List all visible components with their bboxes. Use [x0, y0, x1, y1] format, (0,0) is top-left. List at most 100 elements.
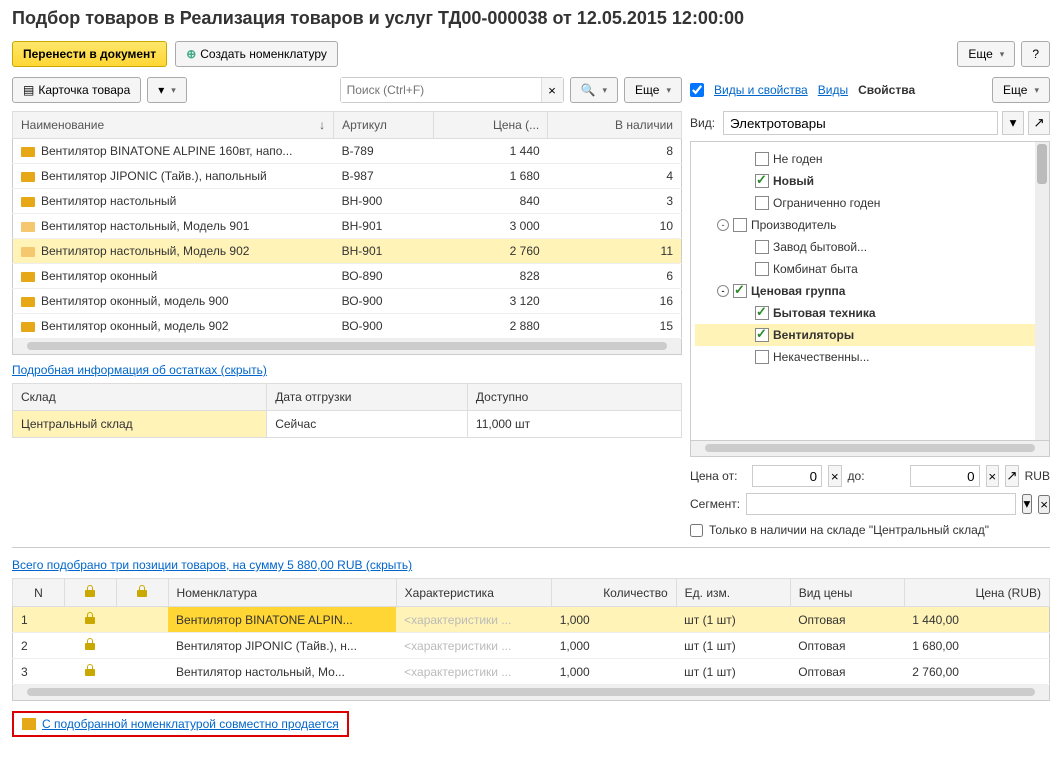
vid-input[interactable]	[723, 111, 998, 135]
products-table: Наименование ↓ Артикул Цена (... В налич…	[12, 111, 682, 339]
tree-checkbox[interactable]	[755, 350, 769, 364]
col-lock2[interactable]	[116, 579, 168, 607]
segment-input[interactable]	[746, 493, 1015, 515]
only-stock-checkbox[interactable]	[690, 524, 703, 537]
col-stock[interactable]: В наличии	[548, 112, 682, 139]
segment-clear-button[interactable]: ×	[1038, 495, 1050, 514]
col-price[interactable]: Цена (...	[434, 112, 548, 139]
search-clear-button[interactable]: ×	[541, 78, 563, 102]
currency-label: RUB	[1025, 469, 1050, 483]
create-nomenclature-button[interactable]: ⊕ Создать номенклатуру	[175, 41, 338, 67]
products-scrollbar[interactable]	[12, 339, 682, 355]
tree-scrollbar[interactable]	[1035, 142, 1049, 440]
expand-icon[interactable]: -	[717, 285, 729, 297]
col-nom[interactable]: Номенклатура	[168, 579, 396, 607]
price-from-input[interactable]	[752, 465, 822, 487]
price-to-input[interactable]	[910, 465, 980, 487]
types-link[interactable]: Виды	[818, 83, 848, 97]
expand-icon[interactable]: -	[717, 219, 729, 231]
tree-item[interactable]: -Производитель	[695, 214, 1045, 236]
product-row[interactable]: Вентилятор JIPONIC (Тайв.), напольныйВ-9…	[13, 164, 682, 189]
types-props-link[interactable]: Виды и свойства	[714, 83, 808, 97]
tree-checkbox[interactable]	[755, 152, 769, 166]
tree-checkbox[interactable]	[733, 218, 747, 232]
filter-mode-row: Виды и свойства Виды Свойства Еще	[690, 77, 1050, 103]
price-from-label: Цена от:	[690, 469, 746, 483]
product-card-button[interactable]: ▤ Карточка товара	[12, 77, 141, 103]
transfer-button[interactable]: Перенести в документ	[12, 41, 167, 67]
page-title: Подбор товаров в Реализация товаров и ус…	[12, 8, 1050, 29]
col-price[interactable]: Цена (RUB)	[904, 579, 1049, 607]
segment-dropdown-button[interactable]: ▾	[1022, 494, 1033, 514]
col-article[interactable]: Артикул	[334, 112, 434, 139]
tree-item[interactable]: Бытовая техника	[695, 302, 1045, 324]
price-to-clear[interactable]: ×	[986, 465, 1000, 487]
tree-checkbox[interactable]	[755, 262, 769, 276]
stock-date: Сейчас	[267, 411, 468, 438]
product-row[interactable]: Вентилятор оконныйВО-8908286	[13, 264, 682, 289]
tree-label: Ценовая группа	[751, 284, 845, 298]
tree-item[interactable]: - Ценовая группа	[695, 280, 1045, 302]
product-row[interactable]: Вентилятор BINATONE ALPINE 160вт, напо..…	[13, 139, 682, 164]
lock-icon	[85, 585, 95, 597]
col-qty[interactable]: Количество	[552, 579, 676, 607]
products-more-button[interactable]: Еще	[624, 77, 682, 103]
col-unit[interactable]: Ед. изм.	[676, 579, 790, 607]
col-char[interactable]: Характеристика	[396, 579, 552, 607]
tree-item[interactable]: Комбинат быта	[695, 258, 1045, 280]
search-button[interactable]: 🔍	[570, 77, 618, 103]
tree-checkbox[interactable]	[755, 174, 769, 188]
vid-label: Вид:	[690, 116, 715, 130]
tree-checkbox[interactable]	[755, 306, 769, 320]
vid-dropdown-button[interactable]: ▾	[1002, 111, 1024, 135]
tree-item[interactable]: Некачественны...	[695, 346, 1045, 368]
help-button[interactable]: ?	[1021, 41, 1050, 67]
properties-tree: Не годенНовыйОграниченно годен-Производи…	[690, 141, 1050, 441]
product-row[interactable]: Вентилятор оконный, модель 902ВО-9002 88…	[13, 314, 682, 339]
filter-button[interactable]: ▾	[147, 77, 187, 103]
price-filter-row: Цена от: × до: × ↗ RUB	[690, 465, 1050, 487]
cart-row[interactable]: 3Вентилятор настольный, Мо...<характерис…	[13, 659, 1050, 685]
filters-more-button[interactable]: Еще	[992, 77, 1050, 103]
tree-checkbox[interactable]	[755, 240, 769, 254]
col-ptype[interactable]: Вид цены	[790, 579, 904, 607]
props-tab[interactable]: Свойства	[858, 83, 915, 97]
lock-icon	[85, 638, 95, 650]
tree-scrollbar-x[interactable]	[690, 441, 1050, 457]
sort-icon: ↓	[319, 118, 325, 132]
stock-details-link[interactable]: Подробная информация об остатках (скрыть…	[12, 363, 267, 377]
tree-item[interactable]: Ограниченно годен	[695, 192, 1045, 214]
cross-sell-link[interactable]: С подобранной номенклатурой совместно пр…	[42, 717, 339, 731]
cart-summary-link[interactable]: Всего подобрано три позиции товаров, на …	[12, 558, 412, 572]
product-row[interactable]: Вентилятор оконный, модель 900ВО-9003 12…	[13, 289, 682, 314]
price-from-clear[interactable]: ×	[828, 465, 842, 487]
product-row[interactable]: Вентилятор настольныйВН-9008403	[13, 189, 682, 214]
cart-table: N Номенклатура Характеристика Количество…	[12, 578, 1050, 685]
tree-item[interactable]: Не годен	[695, 148, 1045, 170]
cart-row[interactable]: 2Вентилятор JIPONIC (Тайв.), н...<характ…	[13, 633, 1050, 659]
product-row[interactable]: Вентилятор настольный, Модель 901ВН-9013…	[13, 214, 682, 239]
col-name[interactable]: Наименование ↓	[13, 112, 334, 139]
tree-checkbox[interactable]	[755, 328, 769, 342]
more-button[interactable]: Еще	[957, 41, 1015, 67]
tree-item[interactable]: Новый	[695, 170, 1045, 192]
cart-row[interactable]: 1Вентилятор BINATONE ALPIN...<характерис…	[13, 607, 1050, 633]
col-warehouse: Склад	[13, 384, 267, 411]
tree-item[interactable]: Вентиляторы	[695, 324, 1045, 346]
col-n[interactable]: N	[13, 579, 65, 607]
main-toolbar: Перенести в документ ⊕ Создать номенклат…	[12, 41, 1050, 67]
search-input[interactable]	[341, 78, 541, 102]
product-row[interactable]: Вентилятор настольный, Модель 902ВН-9012…	[13, 239, 682, 264]
col-lock1[interactable]	[64, 579, 116, 607]
cart-scrollbar[interactable]	[12, 685, 1050, 701]
stock-available: 11,000 шт	[467, 411, 681, 438]
tree-checkbox[interactable]	[733, 284, 747, 298]
only-stock-label: Только в наличии на складе "Центральный …	[709, 523, 989, 537]
filter-enable-checkbox[interactable]	[690, 83, 704, 97]
lock-icon	[137, 585, 147, 597]
price-apply-button[interactable]: ↗	[1005, 465, 1019, 487]
tree-item[interactable]: Завод бытовой...	[695, 236, 1045, 258]
price-to-label: до:	[848, 469, 904, 483]
tree-checkbox[interactable]	[755, 196, 769, 210]
vid-open-button[interactable]: ↗	[1028, 111, 1050, 135]
